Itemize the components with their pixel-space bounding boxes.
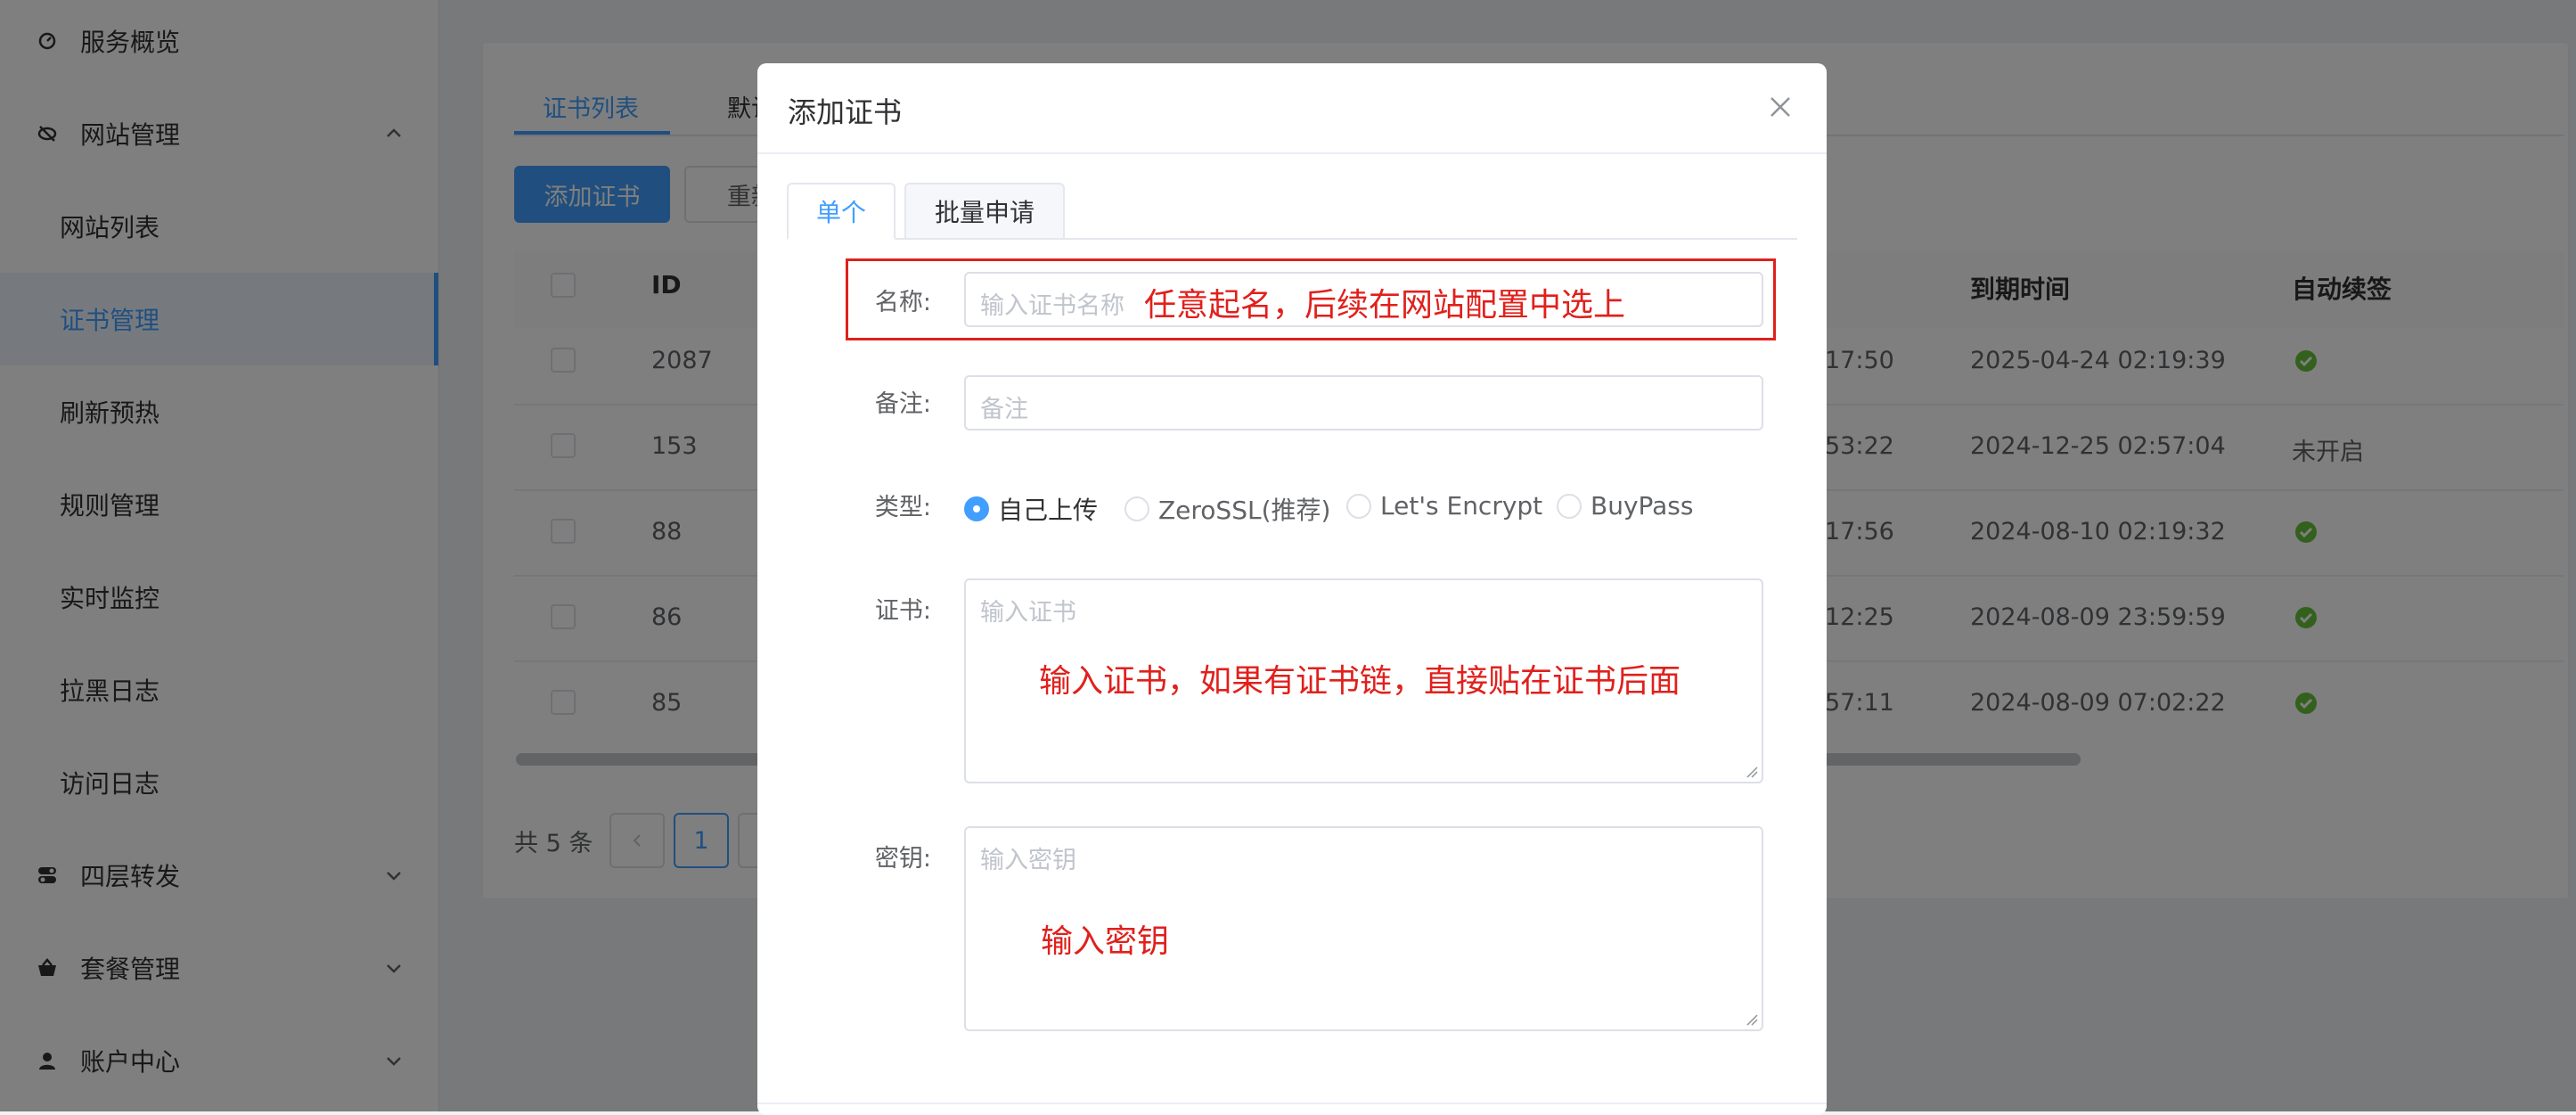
dialog-tabs-divider (787, 238, 1797, 240)
radio-dot (1124, 496, 1149, 521)
resize-handle-icon[interactable] (1746, 766, 1758, 778)
type-label: 类型: (874, 494, 931, 521)
radio-buypass[interactable]: BuyPass (1557, 491, 1694, 521)
radio-label: 自己上传 (998, 496, 1099, 525)
key-label: 密钥: (874, 845, 931, 873)
cert-annotation: 输入证书，如果有证书链，直接贴在证书后面 (1039, 663, 1681, 700)
dialog-tab-batch[interactable]: 批量申请 (904, 183, 1065, 238)
cert-name-placeholder: 输入证书名称 (980, 292, 1124, 320)
radio-dot (1557, 493, 1582, 519)
remark-input[interactable]: 备注 (964, 375, 1763, 430)
remark-label: 备注: (874, 390, 931, 418)
key-annotation: 输入密钥 (1041, 923, 1170, 960)
resize-handle-icon[interactable] (1746, 1013, 1758, 1026)
remark-placeholder: 备注 (980, 396, 1028, 423)
radio-dot (964, 496, 989, 521)
cert-placeholder: 输入证书 (980, 599, 1076, 627)
name-annotation: 任意起名，后续在网站配置中选上 (1144, 287, 1626, 324)
radio-dot (1346, 493, 1371, 519)
dialog-header-divider (757, 152, 1827, 154)
radio-label: Let's Encrypt (1380, 491, 1543, 521)
key-placeholder: 输入密钥 (980, 847, 1076, 874)
radio-label: ZeroSSL(推荐) (1158, 496, 1331, 525)
dialog-title: 添加证书 (788, 95, 903, 129)
add-cert-dialog: 添加证书 单个 批量申请 名称: 输入证书名称 任意起名，后续在网站配置中选上 … (757, 63, 1827, 1115)
dialog-footer-divider (757, 1103, 1827, 1104)
radio-label: BuyPass (1591, 491, 1694, 521)
cert-label: 证书: (874, 597, 931, 625)
radio-letsencrypt[interactable]: Let's Encrypt (1346, 491, 1542, 521)
radio-zerossl[interactable]: ZeroSSL(推荐) (1124, 491, 1330, 527)
close-icon[interactable] (1767, 94, 1794, 120)
dialog-tab-single[interactable]: 单个 (787, 183, 895, 240)
radio-self-upload[interactable]: 自己上传 (964, 491, 1098, 527)
name-label: 名称: (874, 289, 931, 316)
